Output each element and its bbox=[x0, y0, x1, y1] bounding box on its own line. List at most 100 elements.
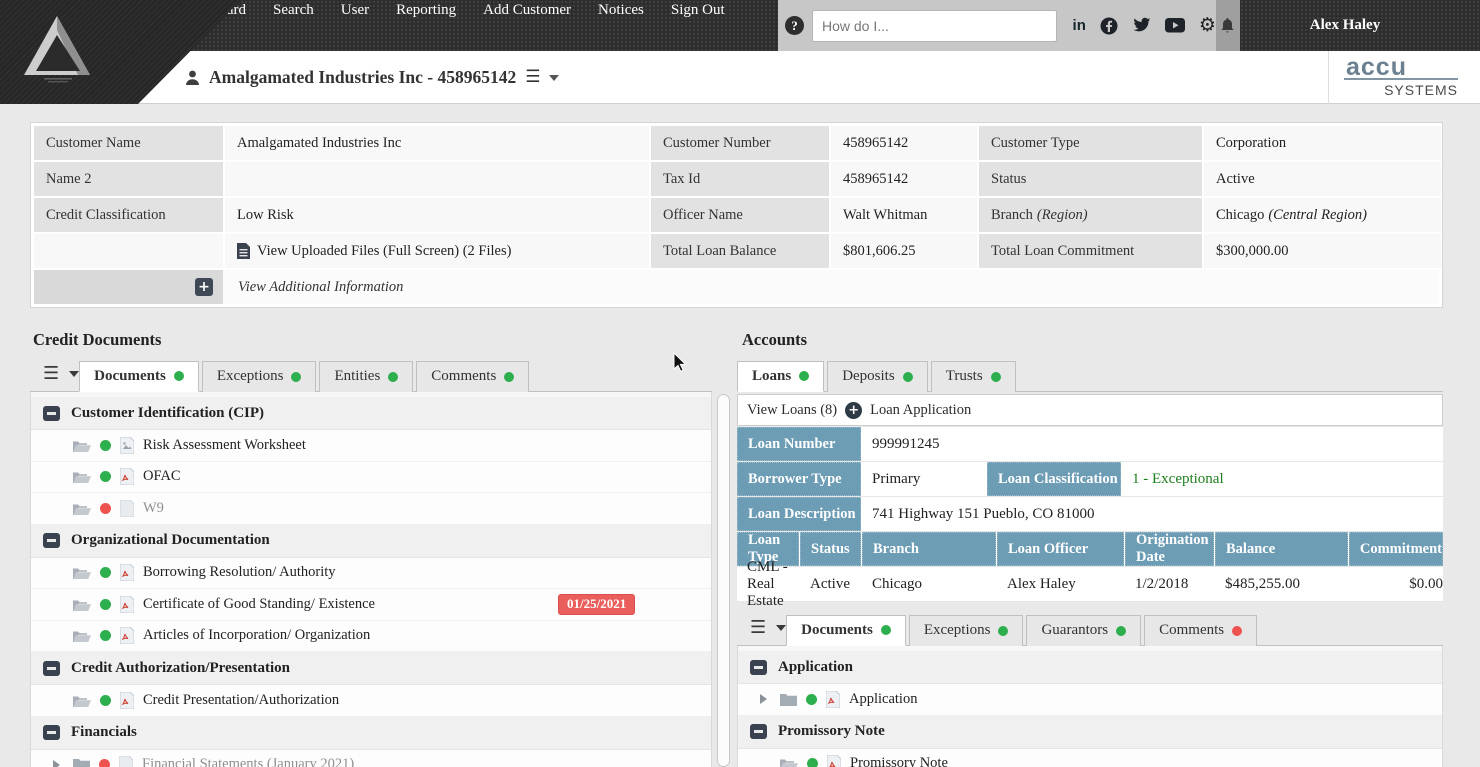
tree-row: Promissory Note bbox=[738, 716, 1442, 749]
chevron-down-icon[interactable] bbox=[69, 371, 79, 377]
group-label[interactable]: Credit Authorization/Presentation bbox=[71, 660, 290, 677]
chevron-down-icon[interactable] bbox=[776, 625, 786, 631]
document-label[interactable]: Promissory Note bbox=[850, 755, 948, 767]
folder-icon[interactable] bbox=[73, 694, 91, 707]
tab-label: Comments bbox=[1159, 622, 1224, 639]
tree-row: Articles of Incorporation/ Organization bbox=[31, 621, 711, 653]
file-icon[interactable] bbox=[120, 500, 134, 517]
customer-title[interactable]: Amalgamated Industries Inc - 458965142 bbox=[209, 67, 516, 88]
document-icon[interactable] bbox=[237, 243, 250, 259]
view-loans-link[interactable]: View Loans (8) bbox=[747, 402, 837, 419]
settings-icon[interactable]: ⚙ bbox=[1199, 16, 1216, 35]
tab[interactable]: Deposits bbox=[827, 361, 928, 392]
group-label[interactable]: Organizational Documentation bbox=[71, 532, 270, 549]
collapse-group-icon[interactable] bbox=[43, 661, 60, 676]
folder-icon[interactable] bbox=[73, 758, 90, 767]
expand-plus-icon[interactable]: + bbox=[195, 278, 213, 296]
tab-label: Documents bbox=[801, 622, 873, 639]
info-label: Tax Id bbox=[651, 162, 829, 196]
collapse-group-icon[interactable] bbox=[43, 406, 60, 421]
app-logo-icon[interactable] bbox=[22, 13, 92, 83]
file-icon[interactable] bbox=[120, 468, 134, 485]
customer-menu-icon[interactable]: ☰ bbox=[525, 69, 540, 86]
document-label[interactable]: Borrowing Resolution/ Authority bbox=[143, 564, 336, 581]
document-label[interactable]: Financial Statements (January 2021) bbox=[142, 756, 354, 767]
add-loan-icon[interactable]: + bbox=[845, 402, 862, 419]
document-label[interactable]: Articles of Incorporation/ Organization bbox=[143, 627, 370, 644]
tab[interactable]: Documents bbox=[786, 615, 906, 646]
tab[interactable]: Trusts bbox=[931, 361, 1016, 392]
file-icon[interactable] bbox=[120, 596, 134, 613]
nav-item[interactable]: Search bbox=[273, 2, 314, 19]
file-icon[interactable] bbox=[119, 756, 133, 767]
folder-icon[interactable] bbox=[73, 439, 91, 452]
folder-icon[interactable] bbox=[73, 598, 91, 611]
list-menu-icon[interactable]: ☰ bbox=[43, 365, 59, 383]
tab[interactable]: Comments bbox=[416, 361, 529, 392]
expand-caret-icon[interactable] bbox=[760, 694, 767, 704]
nav-item[interactable]: Notices bbox=[598, 2, 644, 19]
chevron-down-icon[interactable] bbox=[549, 75, 559, 81]
nav-item[interactable]: Add Customer bbox=[483, 2, 571, 19]
tree-row: Borrowing Resolution/ Authority bbox=[31, 558, 711, 590]
folder-icon[interactable] bbox=[73, 502, 91, 515]
search-input[interactable] bbox=[812, 10, 1057, 42]
file-icon[interactable] bbox=[120, 627, 134, 644]
twitter-icon[interactable] bbox=[1132, 17, 1151, 34]
status-dot bbox=[100, 695, 111, 706]
loan-cell: $0.00 bbox=[1399, 567, 1443, 601]
group-label[interactable]: Financials bbox=[71, 724, 137, 741]
group-label[interactable]: Promissory Note bbox=[778, 723, 885, 740]
document-label[interactable]: Risk Assessment Worksheet bbox=[143, 437, 306, 454]
nav-item[interactable]: User bbox=[341, 2, 369, 19]
view-additional-information-link[interactable]: View Additional Information bbox=[223, 270, 1439, 304]
tab[interactable]: Exceptions bbox=[202, 361, 317, 392]
tree-row: Application bbox=[738, 651, 1442, 684]
document-label[interactable]: W9 bbox=[143, 500, 164, 517]
document-label[interactable]: Certificate of Good Standing/ Existence bbox=[143, 596, 375, 613]
file-icon[interactable] bbox=[120, 692, 134, 709]
expand-caret-icon[interactable] bbox=[53, 760, 60, 767]
tab[interactable]: Guarantors bbox=[1026, 615, 1141, 646]
list-menu-icon[interactable]: ☰ bbox=[750, 619, 766, 637]
collapse-group-icon[interactable] bbox=[750, 724, 767, 739]
folder-icon[interactable] bbox=[73, 470, 91, 483]
nav-item[interactable]: Reporting bbox=[396, 2, 456, 19]
group-label[interactable]: Application bbox=[778, 659, 853, 676]
document-label[interactable]: Application bbox=[849, 691, 917, 708]
group-label[interactable]: Customer Identification (CIP) bbox=[71, 405, 264, 422]
additional-info-cell: + bbox=[34, 270, 223, 304]
file-icon[interactable] bbox=[120, 437, 134, 454]
loan-application-link[interactable]: Loan Application bbox=[870, 402, 971, 419]
tab-label: Deposits bbox=[842, 368, 895, 385]
help-icon[interactable]: ? bbox=[785, 16, 804, 35]
facebook-icon[interactable] bbox=[1100, 17, 1118, 35]
notifications-icon[interactable] bbox=[1216, 0, 1240, 51]
file-icon[interactable] bbox=[827, 755, 841, 767]
collapse-group-icon[interactable] bbox=[43, 533, 60, 548]
document-label[interactable]: OFAC bbox=[143, 468, 181, 485]
folder-icon[interactable] bbox=[73, 629, 91, 642]
file-icon[interactable] bbox=[826, 691, 840, 708]
tree-scrollbar[interactable] bbox=[717, 394, 730, 767]
document-label[interactable]: Credit Presentation/Authorization bbox=[143, 692, 339, 709]
customer-info-panel: Customer Name Amalgamated Industries Inc… bbox=[30, 122, 1443, 308]
folder-icon[interactable] bbox=[780, 757, 798, 767]
folder-icon[interactable] bbox=[780, 693, 797, 706]
user-menu[interactable]: Alex Haley bbox=[1240, 0, 1480, 51]
tab[interactable]: Entities bbox=[319, 361, 413, 392]
linkedin-icon[interactable]: in bbox=[1073, 17, 1086, 34]
tab[interactable]: Exceptions bbox=[909, 615, 1024, 646]
folder-icon[interactable] bbox=[73, 566, 91, 579]
info-label: Customer Type bbox=[979, 126, 1202, 160]
youtube-icon[interactable] bbox=[1165, 18, 1185, 33]
loan-table-data-row: CML - Real EstateActiveChicagoAlex Haley… bbox=[737, 567, 1443, 602]
collapse-group-icon[interactable] bbox=[43, 725, 60, 740]
tab[interactable]: Loans bbox=[737, 361, 824, 392]
nav-item[interactable]: Sign Out bbox=[671, 2, 725, 19]
tab[interactable]: Comments bbox=[1144, 615, 1257, 646]
tab[interactable]: Documents bbox=[79, 361, 199, 392]
collapse-group-icon[interactable] bbox=[750, 660, 767, 675]
file-icon[interactable] bbox=[120, 564, 134, 581]
loan-number-value: 999991245 bbox=[862, 427, 1443, 461]
